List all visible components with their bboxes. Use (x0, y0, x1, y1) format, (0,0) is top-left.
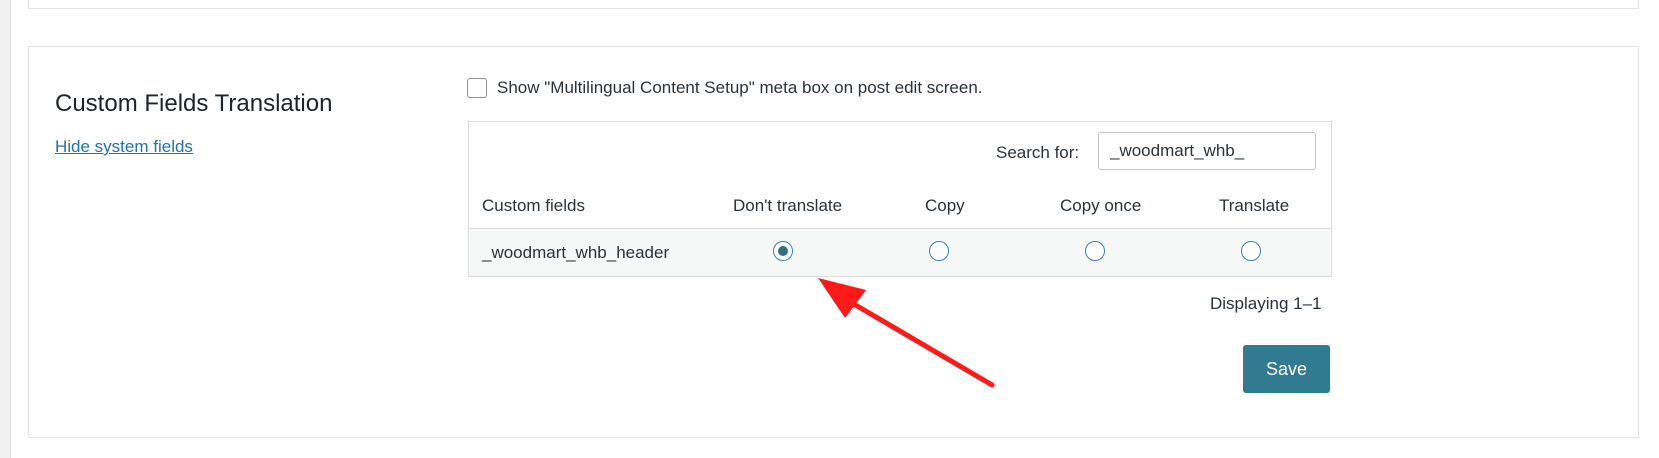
previous-section-box (28, 0, 1639, 9)
save-button[interactable]: Save (1243, 345, 1330, 393)
column-header-custom-fields: Custom fields (482, 196, 585, 215)
meta-box-option[interactable]: Show "Multilingual Content Setup" meta b… (467, 78, 983, 98)
search-input[interactable] (1098, 132, 1316, 170)
column-header-copy-once: Copy once (1060, 196, 1142, 215)
column-header-translate: Translate (1219, 196, 1290, 215)
radio-copy[interactable] (929, 241, 949, 261)
meta-box-checkbox[interactable] (467, 78, 487, 98)
section-title: Custom Fields Translation (55, 90, 333, 117)
radio-copy-once[interactable] (1085, 241, 1105, 261)
column-header-copy: Copy (925, 196, 965, 215)
pagination-text: Displaying 1–1 (1210, 294, 1322, 313)
radio-translate[interactable] (1241, 241, 1261, 261)
custom-field-name: _woodmart_whb_header (482, 243, 670, 262)
radio-dont-translate[interactable] (773, 241, 793, 261)
column-header-dont-translate: Don't translate (733, 196, 843, 215)
search-label: Search for: (996, 143, 1080, 162)
meta-box-label: Show "Multilingual Content Setup" meta b… (497, 78, 983, 97)
hide-system-fields-link[interactable]: Hide system fields (55, 137, 193, 157)
